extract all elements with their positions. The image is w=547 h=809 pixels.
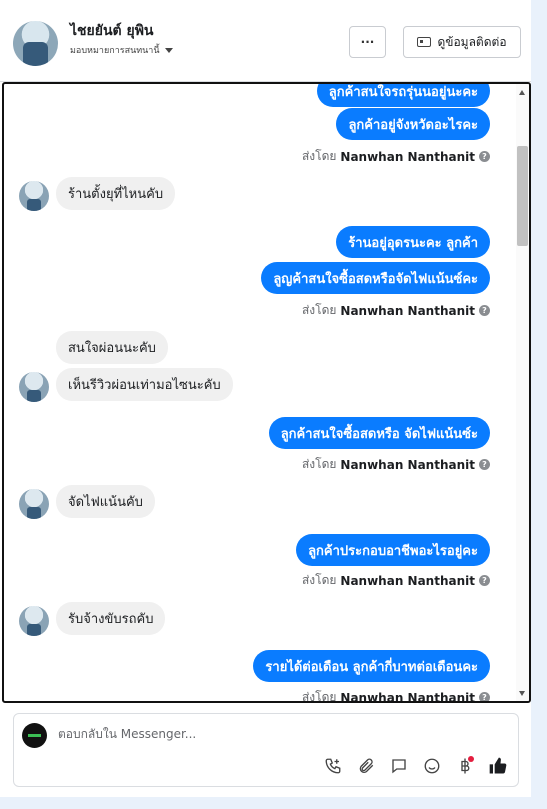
message-incoming[interactable]: สนใจผ่อนนะคับ (56, 331, 168, 364)
message-thread[interactable]: ลูกค้าสนใจรถรุ่นนอยู่นะคะ ลูกค้าอยู่จังห… (2, 82, 531, 703)
sender-name: Nanwhan Nanthanit (340, 690, 475, 703)
conversation-header: ไชยยันต์ ยุพิน มอบหมายการสนทนานี้ ··· ดู… (0, 0, 531, 82)
message-outgoing[interactable]: ลูกค้าประกอบอาชีพอะไรอยู่คะ (296, 534, 490, 566)
help-icon[interactable]: ? (479, 151, 490, 162)
sent-by-prefix: ส่งโดย (301, 690, 337, 703)
reply-composer (13, 713, 519, 787)
sender-name: Nanwhan Nanthanit (340, 303, 475, 318)
more-options-button[interactable]: ··· (349, 26, 386, 58)
help-icon[interactable]: ? (479, 575, 490, 586)
sent-by-label: ส่งโดย Nanwhan Nanthanit ? (302, 147, 490, 166)
page-avatar (22, 723, 47, 748)
view-contact-details-button[interactable]: ดูข้อมูลติดต่อ (403, 26, 521, 58)
contact-avatar[interactable] (13, 21, 58, 66)
message-incoming[interactable]: ร้านตั้งยุที่ไหนคับ (56, 177, 176, 210)
sent-by-label: ส่งโดย Nanwhan Nanthanit ? (301, 688, 490, 703)
contact-avatar-small (19, 489, 49, 519)
sent-by-label: ส่งโดย Nanwhan Nanthanit ? (302, 301, 490, 320)
chevron-down-icon (164, 47, 173, 53)
sent-by-prefix: ส่งโดย (301, 457, 337, 471)
attach-icon[interactable] (356, 756, 376, 776)
contact-avatar-small (19, 372, 49, 402)
message-outgoing[interactable]: ร้านอยู่อุดรนะคะ ลูกค้า (336, 226, 490, 258)
call-icon[interactable] (323, 756, 343, 776)
message-incoming[interactable]: เห็นรีวิวผ่อนเท่ามอไซนะคับ (56, 368, 233, 401)
saved-reply-icon[interactable] (389, 756, 409, 776)
sender-name: Nanwhan Nanthanit (340, 149, 475, 164)
sent-by-prefix: ส่งโดย (301, 149, 337, 163)
message-outgoing[interactable]: ลูกค้าสนใจรถรุ่นนอยู่นะคะ (316, 84, 490, 107)
message-outgoing[interactable]: ลูกค้าสนใจซื้อสดหรือ จัดไฟแน้นซ์ะ (268, 417, 490, 449)
sent-by-label: ส่งโดย Nanwhan Nanthanit ? (302, 571, 490, 590)
contact-name[interactable]: ไชยยันต์ ยุพิน (70, 20, 154, 42)
sent-by-prefix: ส่งโดย (301, 303, 337, 317)
contact-avatar-small (19, 181, 49, 211)
scroll-down-arrow-icon[interactable] (519, 691, 525, 696)
help-icon[interactable]: ? (479, 692, 490, 701)
help-icon[interactable]: ? (479, 459, 490, 470)
view-contact-details-label: ดูข้อมูลติดต่อ (437, 34, 507, 49)
thread-scrollbar[interactable] (516, 84, 529, 701)
message-incoming[interactable]: จัดไฟแน้นคับ (56, 485, 155, 518)
message-outgoing[interactable]: ลูญค้าสนใจซื้อสดหรือจัดไฟแน้นซ์คะ (261, 262, 490, 294)
sent-by-prefix: ส่งโดย (301, 573, 337, 587)
sent-by-label: ส่งโดย Nanwhan Nanthanit ? (302, 455, 490, 474)
notification-dot (468, 756, 474, 762)
like-icon[interactable] (488, 756, 508, 776)
contact-card-icon (417, 37, 432, 47)
message-outgoing[interactable]: ลูกค้าอยู่จังหวัดอะไรคะ (336, 108, 490, 140)
payment-icon[interactable] (455, 756, 475, 776)
reply-input[interactable] (58, 727, 498, 741)
help-icon[interactable]: ? (479, 305, 490, 316)
conversation-panel: ไชยยันต์ ยุพิน มอบหมายการสนทนานี้ ··· ดู… (0, 0, 531, 797)
assign-conversation-dropdown[interactable]: มอบหมายการสนทนานี้ (70, 43, 173, 57)
contact-avatar-small (19, 606, 49, 636)
message-outgoing[interactable]: รายได้ต่อเดือน ลูกค้ากี่บาทต่อเดือนคะ (253, 650, 490, 682)
emoji-icon[interactable] (422, 756, 442, 776)
sender-name: Nanwhan Nanthanit (340, 457, 475, 472)
more-icon: ··· (360, 35, 375, 49)
sender-name: Nanwhan Nanthanit (340, 573, 475, 588)
message-list: ลูกค้าสนใจรถรุ่นนอยู่นะคะ ลูกค้าอยู่จังห… (4, 84, 516, 701)
message-incoming[interactable]: รับจ้างขับรถคับ (56, 602, 166, 635)
scrollbar-thumb[interactable] (517, 146, 528, 246)
composer-toolbar (323, 756, 508, 776)
scroll-up-arrow-icon[interactable] (519, 90, 525, 95)
assign-label: มอบหมายการสนทนานี้ (70, 46, 160, 56)
